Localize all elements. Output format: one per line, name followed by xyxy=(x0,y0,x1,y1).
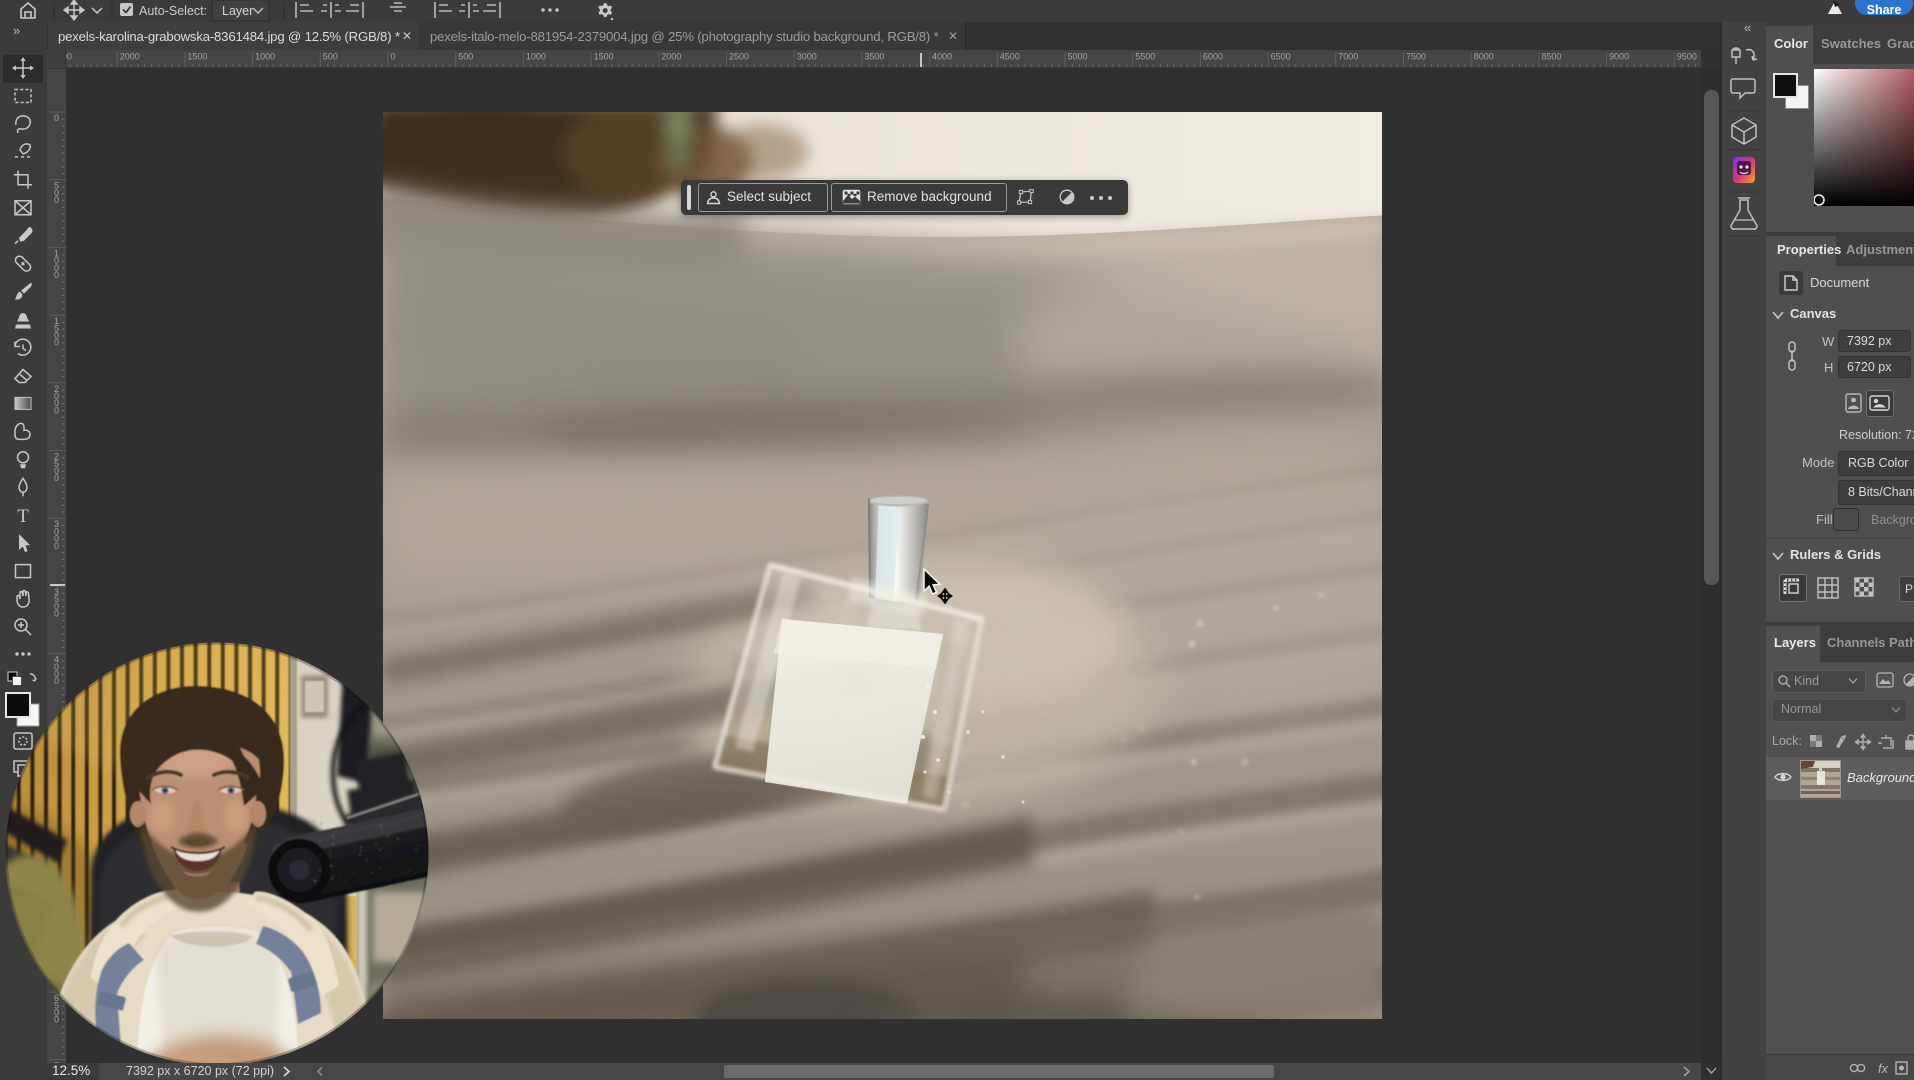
svg-text:0: 0 xyxy=(54,473,59,483)
svg-text:0: 0 xyxy=(54,338,59,348)
svg-text:1000: 1000 xyxy=(255,52,275,62)
svg-text:500: 500 xyxy=(323,52,338,62)
svg-text:6500: 6500 xyxy=(1271,52,1291,62)
svg-text:Auto-Select:: Auto-Select: xyxy=(139,4,207,18)
svg-text:8000: 8000 xyxy=(1474,52,1494,62)
svg-text:9500: 9500 xyxy=(1677,52,1697,62)
svg-text:1500: 1500 xyxy=(594,52,614,62)
svg-text:9000: 9000 xyxy=(1609,52,1629,62)
svg-text:1000: 1000 xyxy=(526,52,546,62)
svg-text:0: 0 xyxy=(391,52,396,62)
svg-text:2000: 2000 xyxy=(661,52,681,62)
svg-text:0: 0 xyxy=(54,405,59,415)
svg-text:2000: 2000 xyxy=(120,52,140,62)
svg-text:3500: 3500 xyxy=(864,52,884,62)
svg-text:4500: 4500 xyxy=(1000,52,1020,62)
svg-text:0: 0 xyxy=(54,270,59,280)
svg-text:5500: 5500 xyxy=(1135,52,1155,62)
svg-text:0: 0 xyxy=(54,541,59,551)
svg-text:T: T xyxy=(17,506,29,527)
svg-text:0: 0 xyxy=(54,195,59,205)
svg-text:7500: 7500 xyxy=(1406,52,1426,62)
svg-text:7000: 7000 xyxy=(1338,52,1358,62)
svg-text:8500: 8500 xyxy=(1541,52,1561,62)
svg-text:500: 500 xyxy=(458,52,473,62)
svg-text:0: 0 xyxy=(54,609,59,619)
svg-text:0: 0 xyxy=(54,113,59,123)
svg-text:1500: 1500 xyxy=(187,52,207,62)
svg-text:5000: 5000 xyxy=(1068,52,1088,62)
svg-text:6000: 6000 xyxy=(1203,52,1223,62)
svg-text:4000: 4000 xyxy=(932,52,952,62)
svg-text:fx: fx xyxy=(1878,1061,1889,1076)
svg-text:Layer: Layer xyxy=(222,4,253,18)
svg-text:3000: 3000 xyxy=(797,52,817,62)
svg-text:2500: 2500 xyxy=(729,52,749,62)
